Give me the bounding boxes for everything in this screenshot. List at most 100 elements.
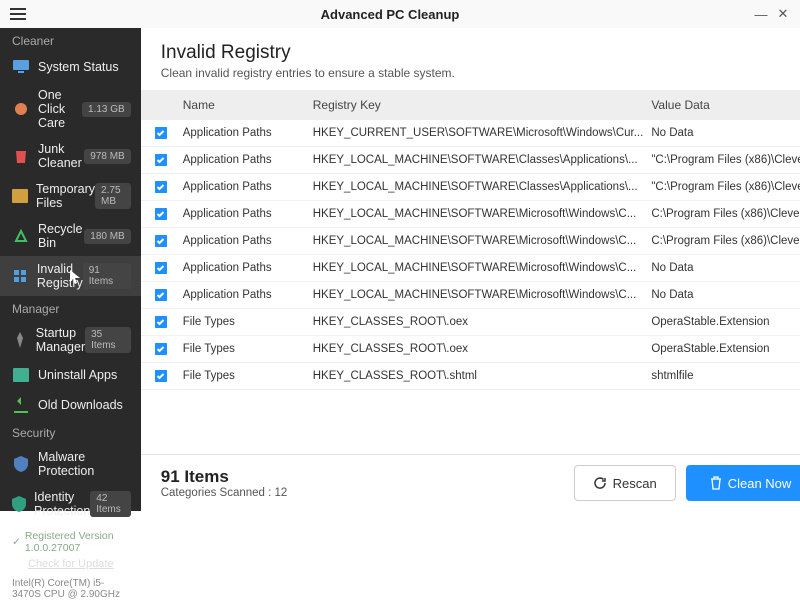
cpu-info: Intel(R) Core(TM) i5-3470S CPU @ 2.90GHz xyxy=(12,578,129,600)
table-row[interactable]: Application PathsHKEY_LOCAL_MACHINE\SOFT… xyxy=(141,147,800,174)
table-row[interactable]: Application PathsHKEY_LOCAL_MACHINE\SOFT… xyxy=(141,201,800,228)
minimize-button[interactable]: — xyxy=(750,3,772,25)
clean-label: Clean Now xyxy=(728,476,792,491)
checkbox-icon[interactable] xyxy=(155,262,183,274)
section-security: Security xyxy=(0,420,141,444)
main-panel: Invalid Registry Clean invalid registry … xyxy=(141,28,800,511)
trash-icon xyxy=(12,147,30,165)
sidebar-item-startup-manager[interactable]: Startup Manager 35 Items xyxy=(0,320,141,360)
page-header: Invalid Registry Clean invalid registry … xyxy=(141,28,800,90)
row-name: File Types xyxy=(183,370,313,382)
row-name: Application Paths xyxy=(183,208,313,220)
row-name: Application Paths xyxy=(183,235,313,247)
clean-now-button[interactable]: Clean Now xyxy=(686,465,800,501)
page-subtitle: Clean invalid registry entries to ensure… xyxy=(161,66,800,80)
row-name: File Types xyxy=(183,316,313,328)
sidebar-item-one-click-care[interactable]: One Click Care 1.13 GB xyxy=(0,82,141,136)
row-key: HKEY_CLASSES_ROOT\.oex xyxy=(313,343,652,355)
items-count: 91 Items xyxy=(161,467,564,487)
checkbox-icon[interactable] xyxy=(155,343,183,355)
row-val: C:\Program Files (x86)\CleverFil... xyxy=(651,235,800,247)
sidebar-item-label: Malware Protection xyxy=(38,450,131,478)
col-val: Value Data xyxy=(651,98,800,112)
sidebar-badge: 978 MB xyxy=(84,149,130,164)
row-key: HKEY_CURRENT_USER\SOFTWARE\Microsoft\Win… xyxy=(313,127,652,139)
table-header: Name Registry Key Value Data xyxy=(141,90,800,120)
page-title: Invalid Registry xyxy=(161,42,800,64)
checkbox-icon[interactable] xyxy=(155,127,183,139)
checkbox-icon[interactable] xyxy=(155,208,183,220)
sidebar-item-label: Identity Protection xyxy=(34,490,90,518)
cursor-icon xyxy=(70,270,80,284)
rescan-label: Rescan xyxy=(613,476,657,491)
sidebar-item-identity-protection[interactable]: Identity Protection 42 Items xyxy=(0,484,141,524)
row-val: shtmlfile xyxy=(651,370,800,382)
row-val: "C:\Program Files (x86)\CleverFil... xyxy=(651,181,800,193)
checkbox-icon[interactable] xyxy=(155,235,183,247)
sidebar-item-temporary-files[interactable]: Temporary Files 2.75 MB xyxy=(0,176,141,216)
row-name: Application Paths xyxy=(183,181,313,193)
registered-text: Registered Version 1.0.0.27007 xyxy=(25,530,129,554)
section-cleaner: Cleaner xyxy=(0,28,141,52)
sidebar-badge: 1.13 GB xyxy=(82,102,131,117)
row-key: HKEY_LOCAL_MACHINE\SOFTWARE\Microsoft\Wi… xyxy=(313,262,652,274)
uninstall-icon xyxy=(12,366,30,384)
sidebar-badge: 91 Items xyxy=(83,263,131,289)
sidebar-item-recycle-bin[interactable]: Recycle Bin 180 MB xyxy=(0,216,141,256)
sidebar-badge: 42 Items xyxy=(90,491,130,517)
categories-scanned: Categories Scanned : 12 xyxy=(161,487,564,499)
sidebar-item-old-downloads[interactable]: Old Downloads xyxy=(0,390,141,420)
check-icon: ✓ xyxy=(12,536,21,548)
col-key: Registry Key xyxy=(313,98,652,112)
sidebar-badge: 180 MB xyxy=(84,229,130,244)
row-name: Application Paths xyxy=(183,154,313,166)
checkbox-icon[interactable] xyxy=(155,154,183,166)
box-icon xyxy=(12,187,28,205)
row-key: HKEY_LOCAL_MACHINE\SOFTWARE\Classes\Appl… xyxy=(313,181,652,193)
checkbox-icon[interactable] xyxy=(155,370,183,382)
row-key: HKEY_LOCAL_MACHINE\SOFTWARE\Microsoft\Wi… xyxy=(313,208,652,220)
checkbox-icon[interactable] xyxy=(155,181,183,193)
table-row[interactable]: File TypesHKEY_CLASSES_ROOT\.shtmlshtmlf… xyxy=(141,363,800,390)
row-key: HKEY_CLASSES_ROOT\.oex xyxy=(313,316,652,328)
sidebar-item-malware-protection[interactable]: Malware Protection xyxy=(0,444,141,484)
row-key: HKEY_CLASSES_ROOT\.shtml xyxy=(313,370,652,382)
download-icon xyxy=(12,396,30,414)
sidebar-item-uninstall-apps[interactable]: Uninstall Apps xyxy=(0,360,141,390)
sidebar-item-junk-cleaner[interactable]: Junk Cleaner 978 MB xyxy=(0,136,141,176)
sidebar-item-system-status[interactable]: System Status xyxy=(0,52,141,82)
table-row[interactable]: Application PathsHKEY_LOCAL_MACHINE\SOFT… xyxy=(141,174,800,201)
table-row[interactable]: File TypesHKEY_CLASSES_ROOT\.oexOperaSta… xyxy=(141,336,800,363)
row-key: HKEY_LOCAL_MACHINE\SOFTWARE\Microsoft\Wi… xyxy=(313,289,652,301)
table-row[interactable]: Application PathsHKEY_LOCAL_MACHINE\SOFT… xyxy=(141,282,800,309)
row-val: OperaStable.Extension xyxy=(651,316,800,328)
close-button[interactable]: ✕ xyxy=(772,3,794,25)
row-val: No Data xyxy=(651,289,800,301)
table-row[interactable]: Application PathsHKEY_CURRENT_USER\SOFTW… xyxy=(141,120,800,147)
bottom-bar: 91 Items Categories Scanned : 12 Rescan … xyxy=(141,454,800,511)
sidebar-item-invalid-registry[interactable]: Invalid Registry 91 Items xyxy=(0,256,141,296)
identity-icon xyxy=(12,495,26,513)
col-name: Name xyxy=(183,98,313,112)
rescan-button[interactable]: Rescan xyxy=(574,465,676,501)
sidebar-item-label: Temporary Files xyxy=(36,182,95,210)
hamburger-icon[interactable] xyxy=(6,4,30,24)
table-row[interactable]: File TypesHKEY_CLASSES_ROOT\.oexOperaSta… xyxy=(141,309,800,336)
row-key: HKEY_LOCAL_MACHINE\SOFTWARE\Classes\Appl… xyxy=(313,154,652,166)
row-name: Application Paths xyxy=(183,289,313,301)
checkbox-icon[interactable] xyxy=(155,289,183,301)
checkbox-icon[interactable] xyxy=(155,316,183,328)
monitor-icon xyxy=(12,58,30,76)
section-manager: Manager xyxy=(0,296,141,320)
recycle-icon xyxy=(12,227,30,245)
sidebar-item-label: Junk Cleaner xyxy=(38,142,84,170)
sidebar: Cleaner System Status One Click Care 1.1… xyxy=(0,28,141,511)
row-val: "C:\Program Files (x86)\CleverFil... xyxy=(651,154,800,166)
sidebar-badge: 35 Items xyxy=(85,327,131,353)
row-val: C:\Program Files (x86)\CleverFil... xyxy=(651,208,800,220)
table-row[interactable]: Application PathsHKEY_LOCAL_MACHINE\SOFT… xyxy=(141,255,800,282)
refresh-icon xyxy=(593,476,607,490)
sidebar-item-label: Uninstall Apps xyxy=(38,368,131,382)
table-row[interactable]: Application PathsHKEY_LOCAL_MACHINE\SOFT… xyxy=(141,228,800,255)
check-update-link[interactable]: Check for Update xyxy=(28,558,129,570)
